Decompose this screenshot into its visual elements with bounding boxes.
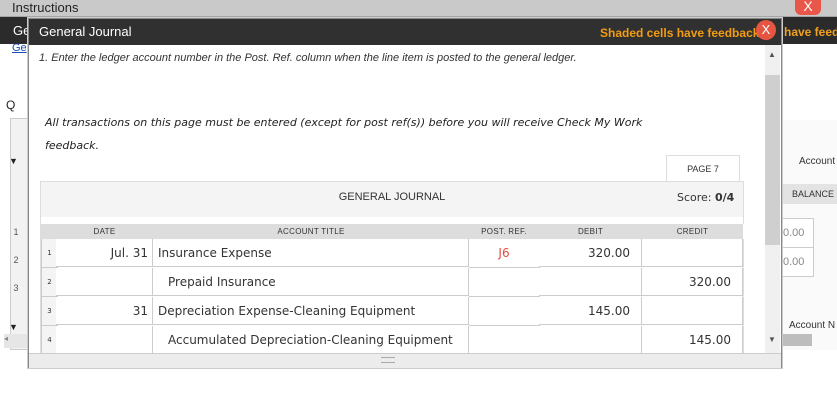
instruction-text: 1. Enter the ledger account number in th… xyxy=(39,52,577,64)
background-feedback-text: have feedb xyxy=(784,25,837,39)
date-cell[interactable]: 31 xyxy=(56,297,153,325)
scroll-up-arrow-icon[interactable]: ▲ xyxy=(768,50,776,59)
scrollbar-thumb[interactable] xyxy=(765,75,780,245)
account-title-cell[interactable]: Prepaid Insurance xyxy=(153,268,469,296)
date-cell[interactable] xyxy=(56,268,153,296)
background-dropdown-arrow-icon[interactable]: ▼ xyxy=(9,156,18,166)
account-title-cell[interactable]: Insurance Expense xyxy=(153,239,469,267)
background-account-header: Account xyxy=(799,156,836,167)
page-tab[interactable]: PAGE 7 xyxy=(666,155,740,182)
credit-cell[interactable] xyxy=(642,297,743,325)
background-row-number: 2 xyxy=(13,255,19,265)
column-header-rownum xyxy=(41,224,57,239)
date-cell[interactable] xyxy=(56,326,153,353)
date-cell[interactable]: Jul. 31 xyxy=(56,239,153,267)
close-button[interactable]: X xyxy=(756,20,776,40)
general-journal-table: GENERAL JOURNAL Score: 0/4 DATE ACCOUNT … xyxy=(40,181,744,353)
column-header-account-title: ACCOUNT TITLE xyxy=(153,224,470,239)
score-display: Score: 0/4 xyxy=(677,182,734,213)
background-dropdown-arrow-icon[interactable]: ▼ xyxy=(9,322,18,332)
background-horizontal-scrollbar[interactable] xyxy=(778,334,812,346)
credit-cell[interactable]: 320.00 xyxy=(642,268,743,296)
grip-icon[interactable] xyxy=(381,357,395,363)
background-row-number: 1 xyxy=(13,227,19,237)
debit-cell[interactable]: 320.00 xyxy=(539,239,642,267)
general-journal-dialog: General Journal Shaded cells have feedba… xyxy=(28,18,782,368)
credit-cell[interactable] xyxy=(642,239,743,267)
post-ref-cell[interactable] xyxy=(469,297,540,326)
feedback-notice: Shaded cells have feedback. xyxy=(600,26,763,40)
debit-cell[interactable] xyxy=(539,326,642,353)
dialog-title: General Journal xyxy=(39,24,132,39)
header-gap xyxy=(41,217,743,224)
background-balance-cell[interactable]: 0.00 xyxy=(778,247,814,277)
background-window-title: Instructions xyxy=(12,0,79,15)
background-close-button[interactable]: X xyxy=(795,0,821,15)
column-header-date: DATE xyxy=(56,224,154,239)
background-link[interactable]: Ge xyxy=(12,42,27,54)
background-balance-cell[interactable]: 0.00 xyxy=(778,218,814,248)
vertical-scrollbar[interactable]: ▲ ▼ xyxy=(765,45,780,353)
post-ref-cell[interactable]: J6 xyxy=(469,239,540,268)
debit-cell[interactable] xyxy=(539,268,642,296)
column-header-credit: CREDIT xyxy=(642,224,744,239)
credit-cell[interactable]: 145.00 xyxy=(642,326,743,353)
background-window-titlebar: Instructions xyxy=(0,0,837,17)
dialog-titlebar: General Journal Shaded cells have feedba… xyxy=(29,19,781,45)
background-row-number: 3 xyxy=(13,283,19,293)
post-ref-cell[interactable] xyxy=(469,326,540,353)
debit-cell[interactable]: 145.00 xyxy=(539,297,642,325)
resize-handle[interactable] xyxy=(29,353,781,368)
account-title-cell[interactable]: Depreciation Expense-Cleaning Equipment xyxy=(153,297,469,325)
background-scroll-left-icon[interactable]: ◂ xyxy=(4,334,28,348)
scroll-down-arrow-icon[interactable]: ▼ xyxy=(768,335,776,344)
column-header-post-ref: POST. REF. xyxy=(469,224,540,239)
background-question-label: Q xyxy=(6,98,16,112)
dialog-content: 1. Enter the ledger account number in th… xyxy=(29,45,765,353)
score-label: Score: xyxy=(677,191,712,204)
column-header-debit: DEBIT xyxy=(539,224,643,239)
background-balance-header: BALANCE xyxy=(778,184,837,204)
journal-title: GENERAL JOURNAL xyxy=(338,191,446,203)
journal-header: GENERAL JOURNAL Score: 0/4 xyxy=(41,182,743,218)
background-account-label: Account N xyxy=(789,320,836,331)
instruction-note: All transactions on this page must be en… xyxy=(45,116,643,152)
account-title-cell[interactable]: Accumulated Depreciation-Cleaning Equipm… xyxy=(153,326,469,353)
score-value: 0/4 xyxy=(715,191,735,204)
post-ref-cell[interactable] xyxy=(469,268,540,297)
